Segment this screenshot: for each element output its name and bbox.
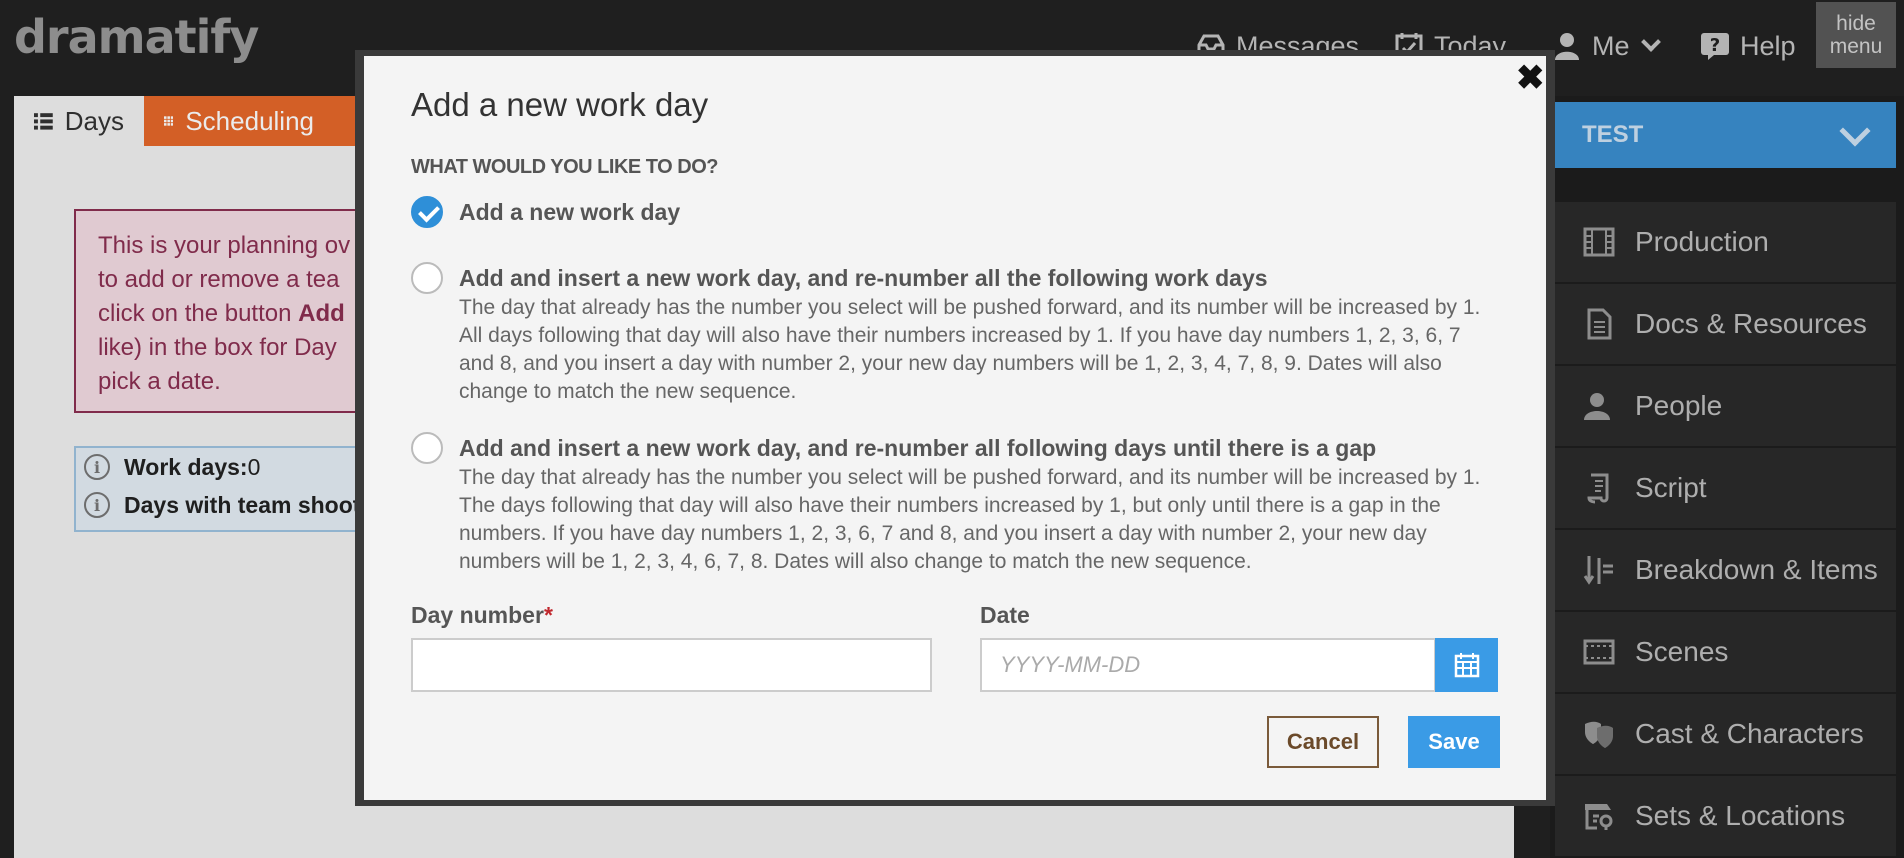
day-number-input[interactable] <box>411 638 932 692</box>
option-description: The day that already has the number you … <box>459 466 1481 573</box>
required-marker: * <box>543 602 553 628</box>
close-icon[interactable]: ✖ <box>1516 58 1545 98</box>
radio-add-new[interactable] <box>411 196 443 228</box>
radio-insert-renumber-until-gap[interactable] <box>411 432 443 464</box>
date-picker-button[interactable] <box>1435 638 1498 692</box>
option-insert-renumber-all[interactable]: Add and insert a new work day, and re-nu… <box>411 262 1499 406</box>
option-label: Add and insert a new work day, and re-nu… <box>459 435 1377 461</box>
date-label: Date <box>980 602 1030 628</box>
option-add-new[interactable]: Add a new work day <box>411 196 680 228</box>
calendar-icon <box>1454 653 1479 678</box>
dialog-title: Add a new work day <box>411 86 709 123</box>
option-label: Add a new work day <box>459 199 681 225</box>
cancel-button[interactable]: Cancel <box>1267 716 1379 768</box>
option-description: The day that already has the number you … <box>459 296 1481 403</box>
radio-insert-renumber-all[interactable] <box>411 262 443 294</box>
save-button[interactable]: Save <box>1408 716 1500 768</box>
option-label: Add and insert a new work day, and re-nu… <box>459 265 1268 291</box>
day-number-label-text: Day number <box>411 602 544 628</box>
date-input[interactable] <box>980 638 1436 692</box>
option-insert-renumber-until-gap[interactable]: Add and insert a new work day, and re-nu… <box>411 432 1499 576</box>
dialog-question: WHAT WOULD YOU LIKE TO DO? <box>411 156 718 178</box>
day-number-label: Day number* <box>411 602 553 629</box>
